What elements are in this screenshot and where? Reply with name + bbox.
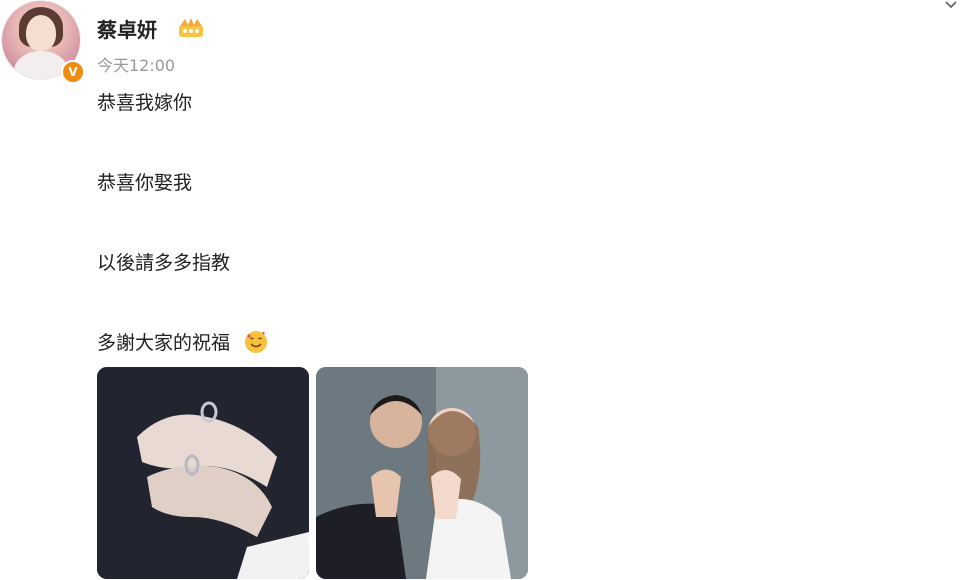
couple-photo-icon <box>316 367 528 579</box>
username[interactable]: 蔡卓妍 <box>97 14 157 43</box>
smiling-hearts-emoji-icon <box>245 331 268 353</box>
post-line-last: 多謝大家的祝福 <box>97 328 268 355</box>
post-line-text: 多謝大家的祝福 <box>97 332 231 354</box>
post-line: 以後請多多指教 <box>97 252 231 274</box>
post-image-rings[interactable] <box>97 367 309 579</box>
verified-icon: V <box>61 60 85 84</box>
avatar-body <box>14 51 68 79</box>
post-line: 恭喜你娶我 <box>97 172 193 194</box>
chevron-down-icon[interactable] <box>940 0 960 14</box>
post-line: 恭喜我嫁你 <box>97 92 193 114</box>
avatar-face <box>26 15 56 51</box>
crown-badge-icon <box>179 18 203 37</box>
hands-rings-photo-icon <box>97 367 309 579</box>
timestamp: 今天12:00 <box>97 56 176 75</box>
post-image-couple[interactable] <box>316 367 528 579</box>
